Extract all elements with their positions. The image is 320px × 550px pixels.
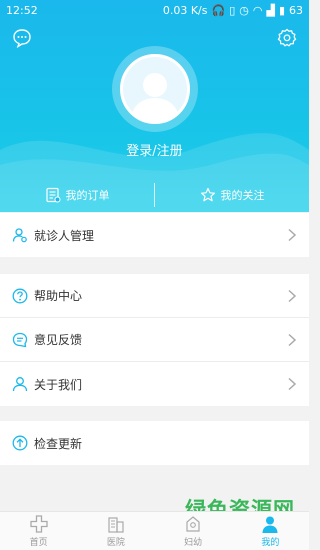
about-icon xyxy=(12,377,28,392)
alarm-icon: ◷ xyxy=(239,3,249,17)
my-orders-label: 我的订单 xyxy=(65,189,110,202)
signal-icon: ▟ xyxy=(266,3,275,17)
wifi-icon: ◠ xyxy=(252,3,263,17)
chevron-right-icon xyxy=(288,377,297,391)
menu-item-help-center[interactable]: 帮助中心 xyxy=(0,274,309,318)
chevron-right-icon xyxy=(288,333,297,346)
avatar[interactable] xyxy=(120,54,190,124)
menu-item-check-update[interactable]: 检查更新 xyxy=(0,421,309,465)
nav-maternal[interactable]: 妇幼 xyxy=(155,512,232,550)
status-time: 12:52 xyxy=(6,3,38,17)
battery-icon: ▮ xyxy=(278,3,285,17)
vibrate-icon: ▯ xyxy=(229,3,236,17)
my-follows-button[interactable]: 我的关注 xyxy=(155,187,309,203)
my-orders-button[interactable]: 我的订单 xyxy=(0,187,154,203)
maternal-icon xyxy=(186,516,200,532)
feedback-icon xyxy=(12,332,28,347)
menu-item-patient-management[interactable]: 就诊人管理 xyxy=(0,213,309,257)
menu-label: 帮助中心 xyxy=(34,289,83,303)
chat-icon[interactable] xyxy=(12,28,32,48)
battery-level: 63 xyxy=(289,3,303,17)
my-follows-label: 我的关注 xyxy=(220,189,265,202)
nav-home[interactable]: 首页 xyxy=(0,512,77,550)
status-bar: 12:52 0.03 K/s 🎧 ▯ ◷ ◠ ▟ ▮ 63 xyxy=(0,0,309,20)
menu-item-about-us[interactable]: 关于我们 xyxy=(0,362,309,406)
nav-hospital[interactable]: 医院 xyxy=(77,512,154,550)
menu-item-feedback[interactable]: 意见反馈 xyxy=(0,318,309,362)
menu-label: 就诊人管理 xyxy=(34,228,95,243)
chevron-right-icon xyxy=(288,289,297,302)
nav-label: 首页 xyxy=(29,538,48,548)
home-icon xyxy=(29,515,48,533)
menu-section-update: 检查更新 xyxy=(0,421,309,465)
settings-icon[interactable] xyxy=(277,28,297,48)
help-icon xyxy=(12,288,28,303)
order-icon xyxy=(45,187,60,203)
hospital-icon xyxy=(108,517,124,533)
star-icon xyxy=(200,187,215,202)
menu-label: 意见反馈 xyxy=(34,333,83,347)
menu-label: 关于我们 xyxy=(34,377,83,392)
headphone-icon: 🎧 xyxy=(211,3,226,17)
header-tabs: 我的订单 我的关注 xyxy=(0,178,309,212)
patient-icon xyxy=(12,228,27,243)
default-user-icon xyxy=(131,73,179,121)
update-icon xyxy=(12,435,28,451)
menu-label: 检查更新 xyxy=(34,436,83,451)
chevron-right-icon xyxy=(288,228,297,242)
nav-label: 妇幼 xyxy=(184,538,203,548)
nav-label: 我的 xyxy=(261,538,280,548)
status-indicators: 0.03 K/s 🎧 ▯ ◷ ◠ ▟ ▮ 63 xyxy=(163,4,303,17)
bottom-navigation: 首页 医院 妇幼 我的 xyxy=(0,511,309,550)
menu-section-patients: 就诊人管理 xyxy=(0,213,309,257)
nav-profile[interactable]: 我的 xyxy=(232,512,309,550)
network-speed: 0.03 K/s xyxy=(162,3,208,17)
nav-label: 医院 xyxy=(106,538,125,548)
profile-icon xyxy=(262,516,278,533)
menu-section-info: 帮助中心 意见反馈 关于我们 xyxy=(0,274,309,406)
avatar-halo[interactable] xyxy=(112,46,198,132)
login-register-link[interactable]: 登录/注册 xyxy=(0,140,309,159)
